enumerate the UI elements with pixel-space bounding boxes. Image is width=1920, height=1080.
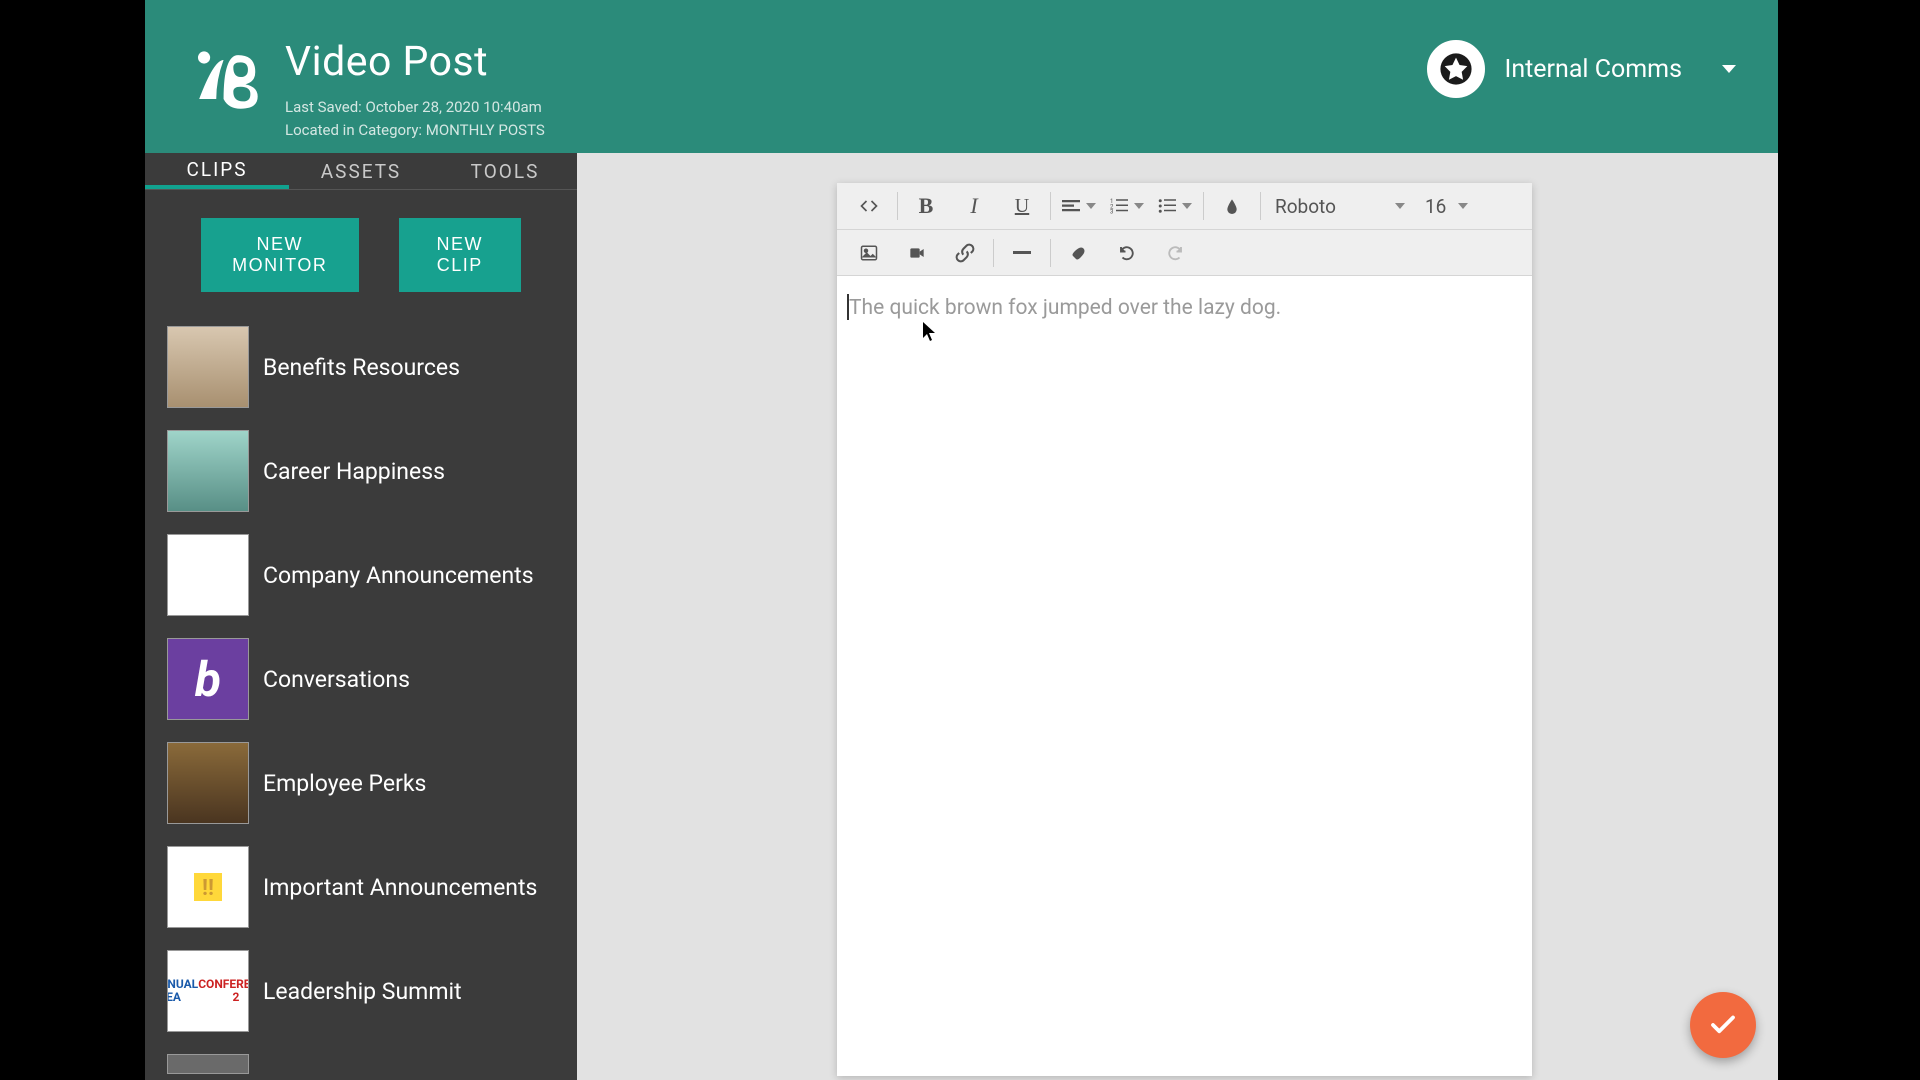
account-dropdown[interactable]: Internal Comms [1505,55,1736,84]
clip-label: Career Happiness [263,458,445,485]
clip-thumbnail: !! [167,846,249,928]
clip-thumbnail: ANNNUAL LEACONFERENCE 2 [167,950,249,1032]
clip-item-important-announcements[interactable]: !! Important Announcements [167,846,555,928]
new-clip-button[interactable]: NEW CLIP [399,218,522,292]
clip-item-conversations[interactable]: b Conversations [167,638,555,720]
clip-label: Important Announcements [263,874,537,901]
underline-button[interactable]: U [998,186,1046,226]
tab-assets[interactable]: ASSETS [289,153,433,189]
clip-item-leadership-summit[interactable]: ANNNUAL LEACONFERENCE 2 Leadership Summi… [167,950,555,1032]
sidebar-tabs: CLIPS ASSETS TOOLS [145,153,577,190]
italic-button[interactable]: I [950,186,998,226]
clip-thumbnail: b [167,638,249,720]
app-header: Video Post Last Saved: October 28, 2020 … [145,0,1778,153]
clip-label: Benefits Resources [263,354,460,381]
editor-content-area[interactable]: The quick brown fox jumped over the lazy… [837,276,1532,1076]
clip-thumbnail [167,742,249,824]
clear-formatting-button[interactable] [1055,233,1103,273]
font-size-select[interactable]: 16 [1415,195,1478,218]
clip-thumbnail [167,1054,249,1074]
bold-button[interactable]: B [902,186,950,226]
clip-thumbnail [167,326,249,408]
chevron-down-icon [1458,203,1468,209]
tab-tools[interactable]: TOOLS [433,153,577,189]
chevron-down-icon [1182,203,1192,209]
redo-button[interactable] [1151,233,1199,273]
clip-list: Benefits Resources Career Happiness Comp… [145,320,577,1080]
insert-image-button[interactable] [845,233,893,273]
clip-item-employee-perks[interactable]: Employee Perks [167,742,555,824]
sidebar: CLIPS ASSETS TOOLS NEW MONITOR NEW CLIP … [145,153,577,1080]
ordered-list-button[interactable]: 123 [1103,186,1151,226]
editor-placeholder-text: The quick brown fox jumped over the lazy… [849,296,1281,320]
tab-clips[interactable]: CLIPS [145,153,289,189]
svg-text:!!: !! [202,876,214,901]
editor-toolbar: B I U 123 [837,183,1532,276]
insert-video-button[interactable] [893,233,941,273]
clip-item-partial[interactable] [167,1054,555,1074]
align-button[interactable] [1055,186,1103,226]
color-button[interactable] [1208,186,1256,226]
app-logo [187,38,265,116]
chevron-down-icon [1722,65,1736,73]
chevron-down-icon [1395,203,1405,209]
horizontal-rule-button[interactable] [998,233,1046,273]
star-badge-icon[interactable] [1427,40,1485,98]
insert-link-button[interactable] [941,233,989,273]
chevron-down-icon [1086,203,1096,209]
confirm-fab[interactable] [1690,992,1756,1058]
clip-thumbnail [167,430,249,512]
text-cursor [847,294,849,320]
clip-label: Employee Perks [263,770,426,797]
page-title: Video Post [285,38,545,86]
located-in-text: Located in Category: MONTHLY POSTS [285,121,545,139]
undo-button[interactable] [1103,233,1151,273]
clip-item-career-happiness[interactable]: Career Happiness [167,430,555,512]
last-saved-text: Last Saved: October 28, 2020 10:40am [285,98,545,116]
editor-canvas: B I U 123 [577,153,1778,1080]
mouse-pointer-icon [923,322,937,347]
clip-label: Leadership Summit [263,978,462,1005]
unordered-list-button[interactable] [1151,186,1199,226]
clip-label: Company Announcements [263,562,534,589]
chevron-down-icon [1134,203,1144,209]
clip-item-company-announcements[interactable]: Company Announcements [167,534,555,616]
clip-thumbnail [167,534,249,616]
code-view-button[interactable] [845,186,893,226]
svg-text:3: 3 [1110,209,1113,216]
clip-label: Conversations [263,666,410,693]
text-editor: B I U 123 [837,183,1532,1076]
font-family-select[interactable]: Roboto [1265,195,1415,218]
new-monitor-button[interactable]: NEW MONITOR [201,218,359,292]
clip-item-benefits-resources[interactable]: Benefits Resources [167,326,555,408]
